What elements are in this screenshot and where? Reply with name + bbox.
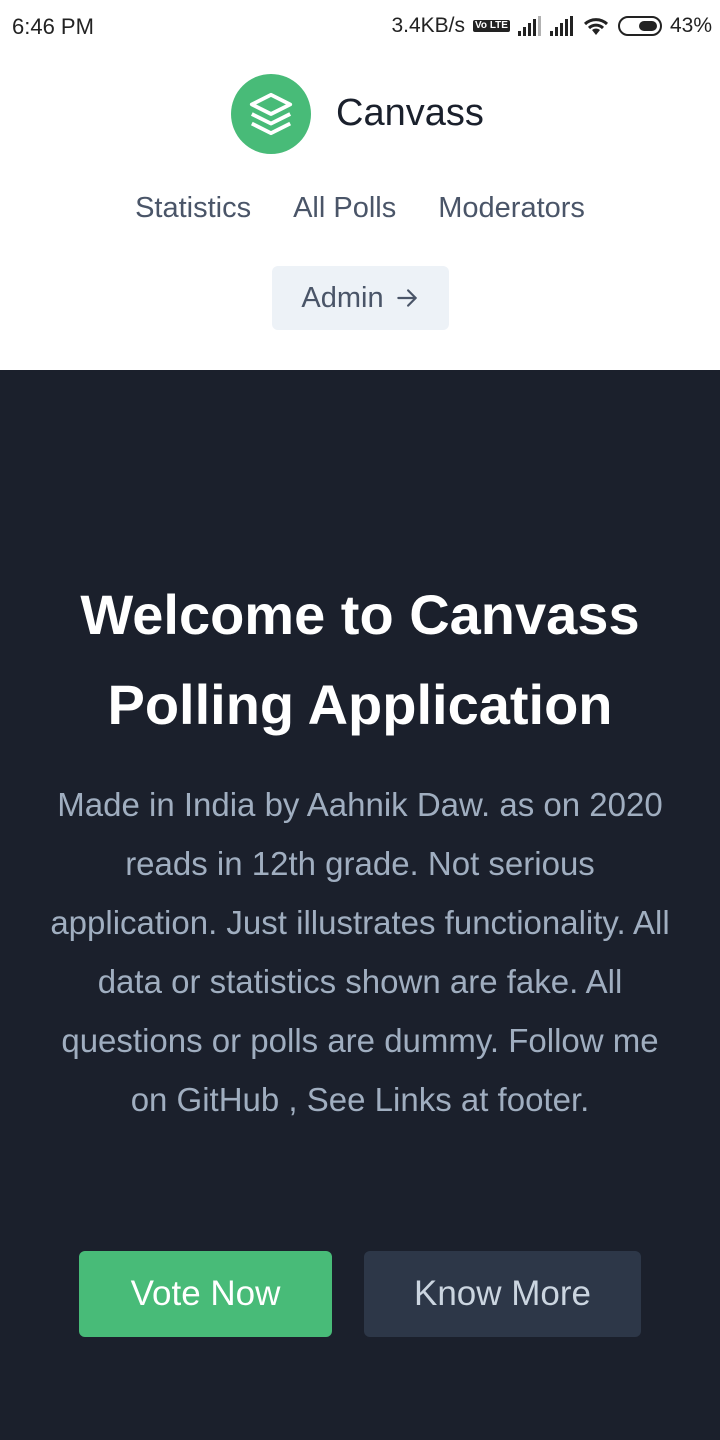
status-time: 6:46 PM bbox=[12, 14, 94, 39]
hero-section: Welcome to Canvass Polling Application M… bbox=[0, 370, 720, 1440]
nav-statistics[interactable]: Statistics bbox=[135, 192, 251, 225]
brand-name[interactable]: Canvass bbox=[336, 92, 484, 135]
hero-description: Made in India by Aahnik Daw. as on 2020 … bbox=[50, 786, 670, 1118]
battery-percent: 43% bbox=[669, 14, 712, 37]
battery-icon bbox=[617, 16, 662, 36]
know-more-button[interactable]: Know More bbox=[364, 1251, 641, 1337]
main-nav: Statistics All Polls Moderators bbox=[0, 192, 720, 225]
layers-icon bbox=[249, 92, 293, 136]
site-header: Canvass Statistics All Polls Moderators … bbox=[0, 54, 720, 370]
nav-moderators[interactable]: Moderators bbox=[438, 192, 585, 225]
wifi-icon bbox=[583, 18, 608, 35]
hero-title: Welcome to Canvass Polling Application bbox=[80, 583, 640, 736]
signal-icon bbox=[517, 16, 542, 36]
vote-now-button[interactable]: Vote Now bbox=[79, 1251, 332, 1337]
arrow-right-icon bbox=[396, 289, 417, 307]
status-icons: 3.4KB/s Vo LTE 43% bbox=[391, 14, 712, 38]
status-bar: 6:46 PM 3.4KB/s Vo LTE 43% bbox=[0, 0, 720, 54]
network-speed: 3.4KB/s bbox=[391, 14, 465, 37]
admin-label: Admin bbox=[301, 281, 384, 314]
admin-button[interactable]: Admin bbox=[272, 266, 449, 330]
volte-icon: Vo LTE bbox=[473, 20, 510, 32]
logo[interactable] bbox=[231, 74, 311, 154]
nav-all-polls[interactable]: All Polls bbox=[293, 192, 396, 225]
signal-icon-2 bbox=[549, 16, 574, 36]
